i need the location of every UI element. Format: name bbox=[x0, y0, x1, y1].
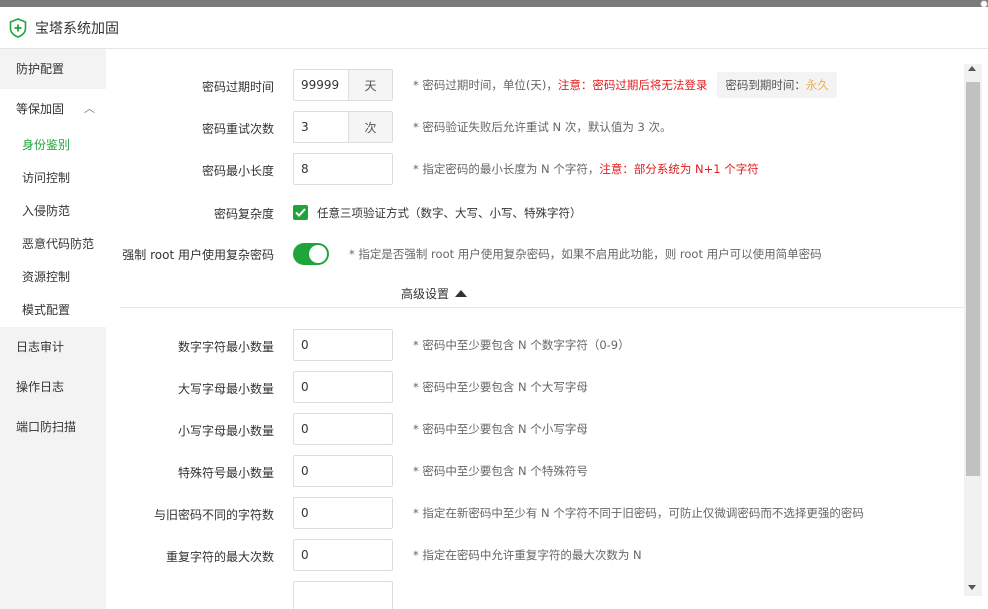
min-lowercase-input[interactable]: 0 bbox=[293, 413, 393, 445]
sidebar-item-mode-config[interactable]: 模式配置 bbox=[0, 294, 106, 327]
form-row-advanced: 大写字母最小数量 0 * 密码中至少要包含 N 个大写字母 bbox=[106, 371, 964, 405]
input-value: 0 bbox=[301, 338, 309, 352]
advanced-settings-toggle[interactable]: 高级设置 bbox=[401, 285, 468, 302]
field-hint: * 密码过期时间，单位(天)， 注意：密码过期后将无法登录 密码到期时间：永久 bbox=[413, 69, 837, 101]
form-row-advanced: 特殊符号最小数量 0 * 密码中至少要包含 N 个特殊符号 bbox=[106, 455, 964, 489]
field-label: 大写字母最小数量 bbox=[177, 381, 274, 396]
main-panel: 密码过期时间 99999 天 * 密码过期时间，单位(天)， 注意：密码过期后将… bbox=[106, 49, 964, 609]
vertical-scrollbar[interactable] bbox=[964, 64, 982, 596]
hint-text: * 密码过期时间，单位(天)， bbox=[413, 78, 558, 92]
max-repeat-input[interactable]: 0 bbox=[293, 539, 393, 571]
expire-status-badge: 密码到期时间：永久 bbox=[717, 72, 837, 98]
sidebar-item-malware-prevention[interactable]: 恶意代码防范 bbox=[0, 228, 106, 261]
form-row-advanced: 小写字母最小数量 0 * 密码中至少要包含 N 个小写字母 bbox=[106, 413, 964, 447]
form-row-advanced: 与旧密码不同的字符数 0 * 指定在新密码中至少有 N 个字符不同于旧密码，可防… bbox=[106, 497, 964, 531]
sidebar-item-hardening[interactable]: 等保加固 ︿ bbox=[0, 89, 106, 129]
field-hint: * 密码验证失败后允许重试 N 次，默认值为 3 次。 bbox=[413, 120, 672, 134]
form-row-partial bbox=[106, 581, 964, 609]
password-expire-input[interactable]: 99999 天 bbox=[293, 69, 393, 101]
sidebar-item-log-audit[interactable]: 日志审计 bbox=[0, 327, 106, 367]
title-bar: 宝塔系统加固 bbox=[0, 7, 988, 49]
form-row-root-force: 强制 root 用户使用复杂密码 * 指定是否强制 root 用户使用复杂密码，… bbox=[106, 237, 964, 271]
field-hint: * 指定密码的最小长度为 N 个字符， 注意：部分系统为 N+1 个字符 bbox=[413, 153, 759, 185]
input-value: 8 bbox=[301, 162, 309, 176]
input-value: 0 bbox=[301, 506, 309, 520]
min-uppercase-input[interactable]: 0 bbox=[293, 371, 393, 403]
field-label: 强制 root 用户使用复杂密码 bbox=[122, 247, 274, 262]
input-value: 0 bbox=[301, 548, 309, 562]
shield-plus-icon bbox=[9, 17, 27, 38]
input-unit: 天 bbox=[348, 70, 392, 100]
hint-warning: 注意：密码过期后将无法登录 bbox=[557, 78, 708, 92]
sidebar-submenu: 身份鉴别 访问控制 入侵防范 恶意代码防范 资源控制 模式配置 bbox=[0, 129, 106, 327]
root-force-toggle[interactable] bbox=[293, 243, 329, 265]
input-value: 0 bbox=[301, 380, 309, 394]
field-hint: * 密码中至少要包含 N 个大写字母 bbox=[413, 380, 588, 394]
scrollbar-thumb[interactable] bbox=[966, 82, 980, 476]
form-row-advanced: 数字字符最小数量 0 * 密码中至少要包含 N 个数字字符（0-9） bbox=[106, 329, 964, 363]
advanced-settings-label: 高级设置 bbox=[401, 287, 450, 301]
sidebar-item-operation-log[interactable]: 操作日志 bbox=[0, 367, 106, 407]
sidebar-item-access-control[interactable]: 访问控制 bbox=[0, 162, 106, 195]
field-label: 密码最小长度 bbox=[201, 163, 274, 178]
password-min-length-input[interactable]: 8 bbox=[293, 153, 393, 185]
partial-input[interactable] bbox=[293, 581, 393, 609]
input-value: 0 bbox=[301, 422, 309, 436]
password-retry-input[interactable]: 3 次 bbox=[293, 111, 393, 143]
window-top-strip bbox=[0, 0, 988, 8]
field-hint: * 密码中至少要包含 N 个小写字母 bbox=[413, 422, 588, 436]
scroll-up-icon[interactable] bbox=[968, 66, 976, 71]
sidebar-item-identity-auth[interactable]: 身份鉴别 bbox=[0, 129, 106, 162]
sidebar-item-port-scan-protection[interactable]: 端口防扫描 bbox=[0, 407, 106, 447]
hint-warning: 注意：部分系统为 N+1 个字符 bbox=[599, 162, 759, 176]
caret-up-icon bbox=[455, 290, 468, 297]
field-label: 小写字母最小数量 bbox=[177, 423, 274, 438]
hint-text: * 指定密码的最小长度为 N 个字符， bbox=[413, 162, 600, 176]
form-row-advanced: 重复字符的最大次数 0 * 指定在密码中允许重复字符的最大次数为 N bbox=[106, 539, 964, 573]
divider bbox=[120, 307, 964, 308]
input-unit: 次 bbox=[348, 112, 392, 142]
min-special-input[interactable]: 0 bbox=[293, 455, 393, 487]
field-label: 密码复杂度 bbox=[213, 206, 274, 221]
field-label: 数字字符最小数量 bbox=[177, 339, 274, 354]
input-value: 0 bbox=[301, 464, 309, 478]
expire-status-label: 密码到期时间： bbox=[725, 78, 806, 92]
field-label: 重复字符的最大次数 bbox=[165, 549, 274, 564]
toggle-knob bbox=[309, 245, 327, 263]
sidebar-item-label: 等保加固 bbox=[16, 102, 65, 116]
complexity-checkbox-label[interactable]: 任意三项验证方式（数字、大写、小写、特殊字符） bbox=[317, 196, 582, 230]
field-label: 与旧密码不同的字符数 bbox=[153, 507, 274, 522]
sidebar: 防护配置 等保加固 ︿ 身份鉴别 访问控制 入侵防范 恶意代码防范 资源控制 模… bbox=[0, 49, 106, 609]
input-value: 99999 bbox=[301, 78, 340, 92]
diff-from-old-input[interactable]: 0 bbox=[293, 497, 393, 529]
complexity-checkbox[interactable] bbox=[293, 205, 308, 220]
field-hint: * 指定是否强制 root 用户使用复杂密码，如果不启用此功能，则 root 用… bbox=[349, 247, 822, 261]
sidebar-item-protection-config[interactable]: 防护配置 bbox=[0, 49, 106, 89]
form-row-password-min-length: 密码最小长度 8 * 指定密码的最小长度为 N 个字符， 注意：部分系统为 N+… bbox=[106, 153, 964, 187]
field-hint: * 密码中至少要包含 N 个数字字符（0-9） bbox=[413, 338, 630, 352]
form-row-password-retry: 密码重试次数 3 次 * 密码验证失败后允许重试 N 次，默认值为 3 次。 bbox=[106, 111, 964, 145]
chevron-up-icon: ︿ bbox=[84, 102, 95, 115]
field-hint: * 指定在密码中允许重复字符的最大次数为 N bbox=[413, 548, 642, 562]
checkmark-icon bbox=[295, 208, 306, 217]
field-label: 特殊符号最小数量 bbox=[177, 465, 274, 480]
scroll-down-icon[interactable] bbox=[968, 585, 976, 590]
field-label: 密码过期时间 bbox=[201, 79, 274, 94]
field-hint: * 密码中至少要包含 N 个特殊符号 bbox=[413, 464, 588, 478]
sidebar-item-intrusion-prevention[interactable]: 入侵防范 bbox=[0, 195, 106, 228]
form-row-password-complexity: 密码复杂度 任意三项验证方式（数字、大写、小写、特殊字符） bbox=[106, 196, 964, 230]
field-hint: * 指定在新密码中至少有 N 个字符不同于旧密码，可防止仅微调密码而不选择更强的… bbox=[413, 506, 864, 520]
field-label: 密码重试次数 bbox=[201, 121, 274, 136]
expire-status-value: 永久 bbox=[805, 78, 829, 92]
sidebar-item-resource-control[interactable]: 资源控制 bbox=[0, 261, 106, 294]
form-row-password-expire: 密码过期时间 99999 天 * 密码过期时间，单位(天)， 注意：密码过期后将… bbox=[106, 69, 964, 103]
window-title: 宝塔系统加固 bbox=[35, 20, 119, 37]
input-value: 3 bbox=[301, 120, 309, 134]
min-digits-input[interactable]: 0 bbox=[293, 329, 393, 361]
